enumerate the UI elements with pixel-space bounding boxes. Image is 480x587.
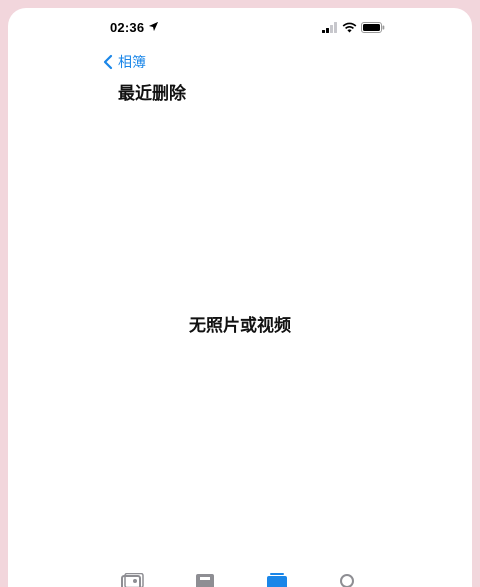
photos-icon[interactable] — [120, 573, 144, 587]
wifi-icon — [342, 22, 357, 32]
empty-state-message: 无照片或视频 — [189, 316, 291, 335]
page-title: 最近删除 — [118, 84, 186, 103]
cellular-signal-icon — [322, 21, 337, 33]
chevron-left-icon — [103, 54, 113, 70]
phone-screen: 02:36 相簿 最近删除 无照片或视频 — [8, 8, 472, 587]
status-time: 02:36 — [110, 20, 145, 35]
battery-icon — [361, 21, 385, 33]
status-indicators — [322, 21, 385, 33]
back-button-label: 相簿 — [118, 54, 146, 70]
tab-bar — [8, 567, 472, 587]
search-icon[interactable] — [336, 573, 360, 587]
status-bar: 02:36 — [8, 18, 472, 40]
back-button[interactable]: 相簿 — [102, 52, 146, 72]
location-arrow-icon — [148, 21, 159, 32]
albums-icon[interactable] — [265, 573, 289, 587]
for-you-icon[interactable] — [193, 573, 217, 587]
